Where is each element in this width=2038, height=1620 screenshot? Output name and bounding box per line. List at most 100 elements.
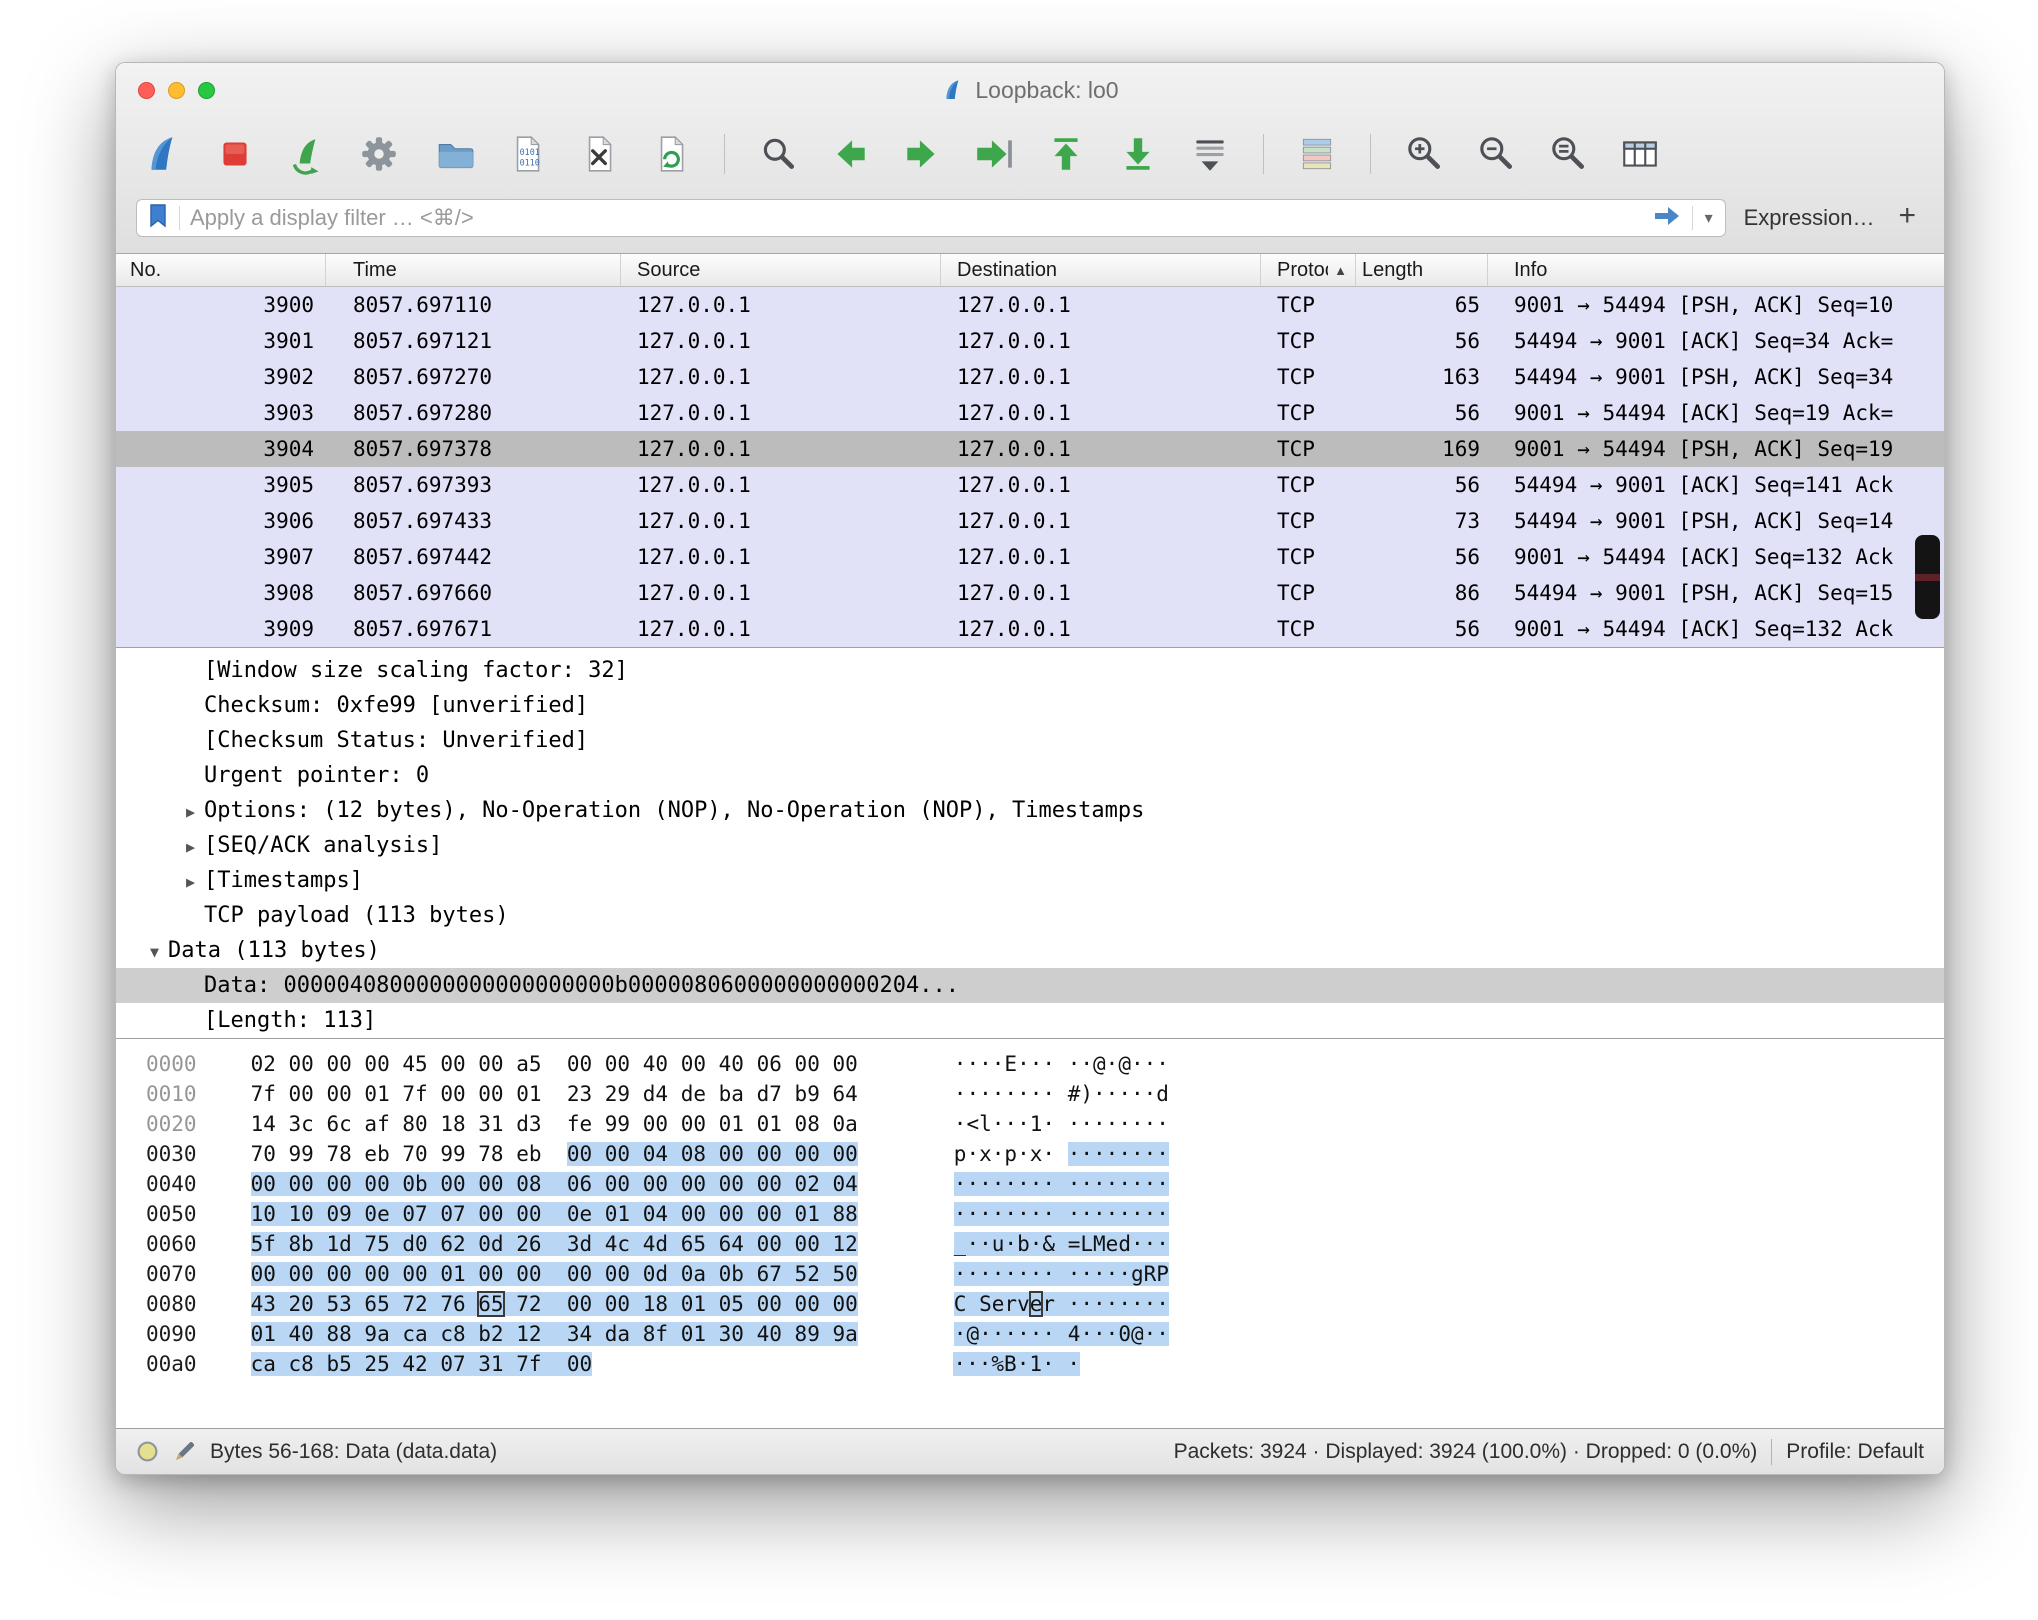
hex-bytes[interactable]: 7f 00 00 01 7f 00 00 01 23 29 d4 de ba d…	[251, 1079, 858, 1109]
go-back-button[interactable]	[827, 131, 873, 177]
hex-row-0040[interactable]: 004000 00 00 00 0b 00 00 08 06 00 00 00 …	[116, 1169, 1944, 1199]
zoom-in-button[interactable]	[1401, 131, 1447, 177]
packet-row-3903[interactable]: 39038057.697280127.0.0.1127.0.0.1TCP5690…	[116, 395, 1944, 431]
hex-row-0000[interactable]: 000002 00 00 00 45 00 00 a5 00 00 40 00 …	[116, 1049, 1944, 1079]
go-to-last-packet-button[interactable]	[1115, 131, 1161, 177]
hex-bytes[interactable]: 70 99 78 eb 70 99 78 eb 00 00 04 08 00 0…	[251, 1139, 858, 1169]
ascii-bytes[interactable]: _··u·b·& =LMed···	[954, 1232, 1169, 1256]
column-header-length[interactable]: Length	[1356, 254, 1488, 286]
titlebar[interactable]: Loopback: lo0	[116, 63, 1944, 117]
detail-line[interactable]: Data: 0000040800000000000000000b00000806…	[116, 968, 1944, 1003]
hex-row-0020[interactable]: 002014 3c 6c af 80 18 31 d3 fe 99 00 00 …	[116, 1109, 1944, 1139]
ascii-bytes[interactable]: ·<l···1· ········	[954, 1112, 1169, 1136]
go-to-first-packet-button[interactable]	[1043, 131, 1089, 177]
add-filter-button[interactable]: +	[1892, 199, 1924, 237]
capture-options-button[interactable]	[356, 131, 402, 177]
expand-arrow-icon[interactable]: ▶	[168, 830, 204, 863]
expression-button[interactable]: Expression…	[1744, 205, 1875, 231]
packet-row-3908[interactable]: 39088057.697660127.0.0.1127.0.0.1TCP8654…	[116, 575, 1944, 611]
packet-row-3906[interactable]: 39068057.697433127.0.0.1127.0.0.1TCP7354…	[116, 503, 1944, 539]
column-header-time[interactable]: Time	[326, 254, 621, 286]
hex-bytes[interactable]: 43 20 53 65 72 76 65 72 00 00 18 01 05 0…	[251, 1289, 858, 1319]
save-file-button[interactable]: 01010110	[504, 131, 550, 177]
resize-columns-button[interactable]	[1617, 131, 1663, 177]
start-capture-button[interactable]	[140, 131, 186, 177]
hex-bytes[interactable]: 5f 8b 1d 75 d0 62 0d 26 3d 4c 4d 65 64 0…	[251, 1229, 858, 1259]
ascii-bytes[interactable]: ····E··· ··@·@···	[954, 1052, 1169, 1076]
hex-row-00a0[interactable]: 00a0ca c8 b5 25 42 07 31 7f 00···%B·1· ·	[116, 1349, 1944, 1379]
detail-line[interactable]: ▶[Timestamps]	[116, 863, 1944, 898]
zoom-out-button[interactable]	[1473, 131, 1519, 177]
hex-row-0060[interactable]: 00605f 8b 1d 75 d0 62 0d 26 3d 4c 4d 65 …	[116, 1229, 1944, 1259]
packet-cell-len: 169	[1356, 431, 1488, 467]
expert-info-icon[interactable]	[136, 1440, 159, 1463]
ascii-bytes[interactable]: ········ ·····gRP	[954, 1262, 1169, 1286]
go-to-packet-button[interactable]	[971, 131, 1017, 177]
close-button[interactable]	[138, 82, 155, 99]
status-profile[interactable]: Profile: Default	[1786, 1440, 1924, 1464]
packet-row-3905[interactable]: 39058057.697393127.0.0.1127.0.0.1TCP5654…	[116, 467, 1944, 503]
packet-row-3901[interactable]: 39018057.697121127.0.0.1127.0.0.1TCP5654…	[116, 323, 1944, 359]
packet-row-3909[interactable]: 39098057.697671127.0.0.1127.0.0.1TCP5690…	[116, 611, 1944, 647]
hex-bytes[interactable]: 00 00 00 00 0b 00 00 08 06 00 00 00 00 0…	[251, 1169, 858, 1199]
detail-line[interactable]: ▶[SEQ/ACK analysis]	[116, 828, 1944, 863]
detail-line[interactable]: ▶Options: (12 bytes), No-Operation (NOP)…	[116, 793, 1944, 828]
detail-line[interactable]: TCP payload (113 bytes)	[116, 898, 1944, 933]
ascii-bytes[interactable]: p·x·p·x· ········	[954, 1142, 1169, 1166]
column-header-destination[interactable]: Destination	[941, 254, 1261, 286]
capture-comment-icon[interactable]	[173, 1440, 196, 1463]
filter-history-chevron-icon[interactable]: ▾	[1703, 208, 1715, 228]
column-header-no[interactable]: No.	[116, 254, 326, 286]
vertical-scrollbar-thumb[interactable]	[1915, 535, 1940, 619]
hex-row-0090[interactable]: 009001 40 88 9a ca c8 b2 12 34 da 8f 01 …	[116, 1319, 1944, 1349]
detail-line[interactable]: [Checksum Status: Unverified]	[116, 723, 1944, 758]
hex-bytes[interactable]: 02 00 00 00 45 00 00 a5 00 00 40 00 40 0…	[251, 1049, 858, 1079]
detail-line[interactable]: Urgent pointer: 0	[116, 758, 1944, 793]
hex-row-0050[interactable]: 005010 10 09 0e 07 07 00 00 0e 01 04 00 …	[116, 1199, 1944, 1229]
hex-row-0070[interactable]: 007000 00 00 00 00 01 00 00 00 00 0d 0a …	[116, 1259, 1944, 1289]
ascii-bytes[interactable]: ···%B·1· ·	[953, 1352, 1080, 1376]
minimize-button[interactable]	[168, 82, 185, 99]
apply-filter-icon[interactable]	[1652, 204, 1682, 233]
column-header-info[interactable]: Info	[1488, 254, 1944, 286]
packet-row-3902[interactable]: 39028057.697270127.0.0.1127.0.0.1TCP1635…	[116, 359, 1944, 395]
open-file-button[interactable]	[432, 131, 478, 177]
detail-line[interactable]: ▼Data (113 bytes)	[116, 933, 1944, 968]
display-filter-input[interactable]: Apply a display filter … <⌘/> ▾	[136, 199, 1726, 237]
hex-bytes[interactable]: ca c8 b5 25 42 07 31 7f 00	[251, 1349, 858, 1379]
hex-row-0080[interactable]: 008043 20 53 65 72 76 65 72 00 00 18 01 …	[116, 1289, 1944, 1319]
stop-capture-button[interactable]	[212, 131, 258, 177]
filter-bookmark-icon[interactable]	[147, 203, 169, 234]
colorize-button[interactable]	[1294, 131, 1340, 177]
column-header-protocol[interactable]: Protocol▲	[1261, 254, 1356, 286]
hex-bytes[interactable]: 10 10 09 0e 07 07 00 00 0e 01 04 00 00 0…	[251, 1199, 858, 1229]
reload-file-button[interactable]	[648, 131, 694, 177]
maximize-button[interactable]	[198, 82, 215, 99]
close-file-button[interactable]	[576, 131, 622, 177]
hex-bytes[interactable]: 01 40 88 9a ca c8 b2 12 34 da 8f 01 30 4…	[251, 1319, 858, 1349]
auto-scroll-button[interactable]	[1187, 131, 1233, 177]
packet-row-3900[interactable]: 39008057.697110127.0.0.1127.0.0.1TCP6590…	[116, 287, 1944, 323]
packet-row-3904[interactable]: 39048057.697378127.0.0.1127.0.0.1TCP1699…	[116, 431, 1944, 467]
zoom-reset-button[interactable]	[1545, 131, 1591, 177]
expand-arrow-icon[interactable]: ▶	[168, 865, 204, 898]
find-packet-button[interactable]	[755, 131, 801, 177]
hex-bytes[interactable]: 00 00 00 00 00 01 00 00 00 00 0d 0a 0b 6…	[251, 1259, 858, 1289]
ascii-bytes[interactable]: ········ ········	[954, 1172, 1169, 1196]
hex-bytes[interactable]: 14 3c 6c af 80 18 31 d3 fe 99 00 00 01 0…	[251, 1109, 858, 1139]
detail-line[interactable]: [Window size scaling factor: 32]	[116, 653, 1944, 688]
ascii-bytes[interactable]: ········ ········	[954, 1202, 1169, 1226]
detail-line[interactable]: [Length: 113]	[116, 1003, 1944, 1038]
detail-line[interactable]: Checksum: 0xfe99 [unverified]	[116, 688, 1944, 723]
go-forward-button[interactable]	[899, 131, 945, 177]
packet-row-3907[interactable]: 39078057.697442127.0.0.1127.0.0.1TCP5690…	[116, 539, 1944, 575]
collapse-arrow-icon[interactable]: ▼	[132, 935, 168, 968]
expand-arrow-icon[interactable]: ▶	[168, 795, 204, 828]
column-header-source[interactable]: Source	[621, 254, 941, 286]
hex-row-0010[interactable]: 00107f 00 00 01 7f 00 00 01 23 29 d4 de …	[116, 1079, 1944, 1109]
hex-row-0030[interactable]: 003070 99 78 eb 70 99 78 eb 00 00 04 08 …	[116, 1139, 1944, 1169]
restart-capture-button[interactable]	[284, 131, 330, 177]
ascii-bytes[interactable]: ········ #)·····d	[954, 1082, 1169, 1106]
ascii-bytes[interactable]: C Server ········	[954, 1292, 1169, 1316]
ascii-bytes[interactable]: ·@······ 4···0@··	[954, 1322, 1169, 1346]
